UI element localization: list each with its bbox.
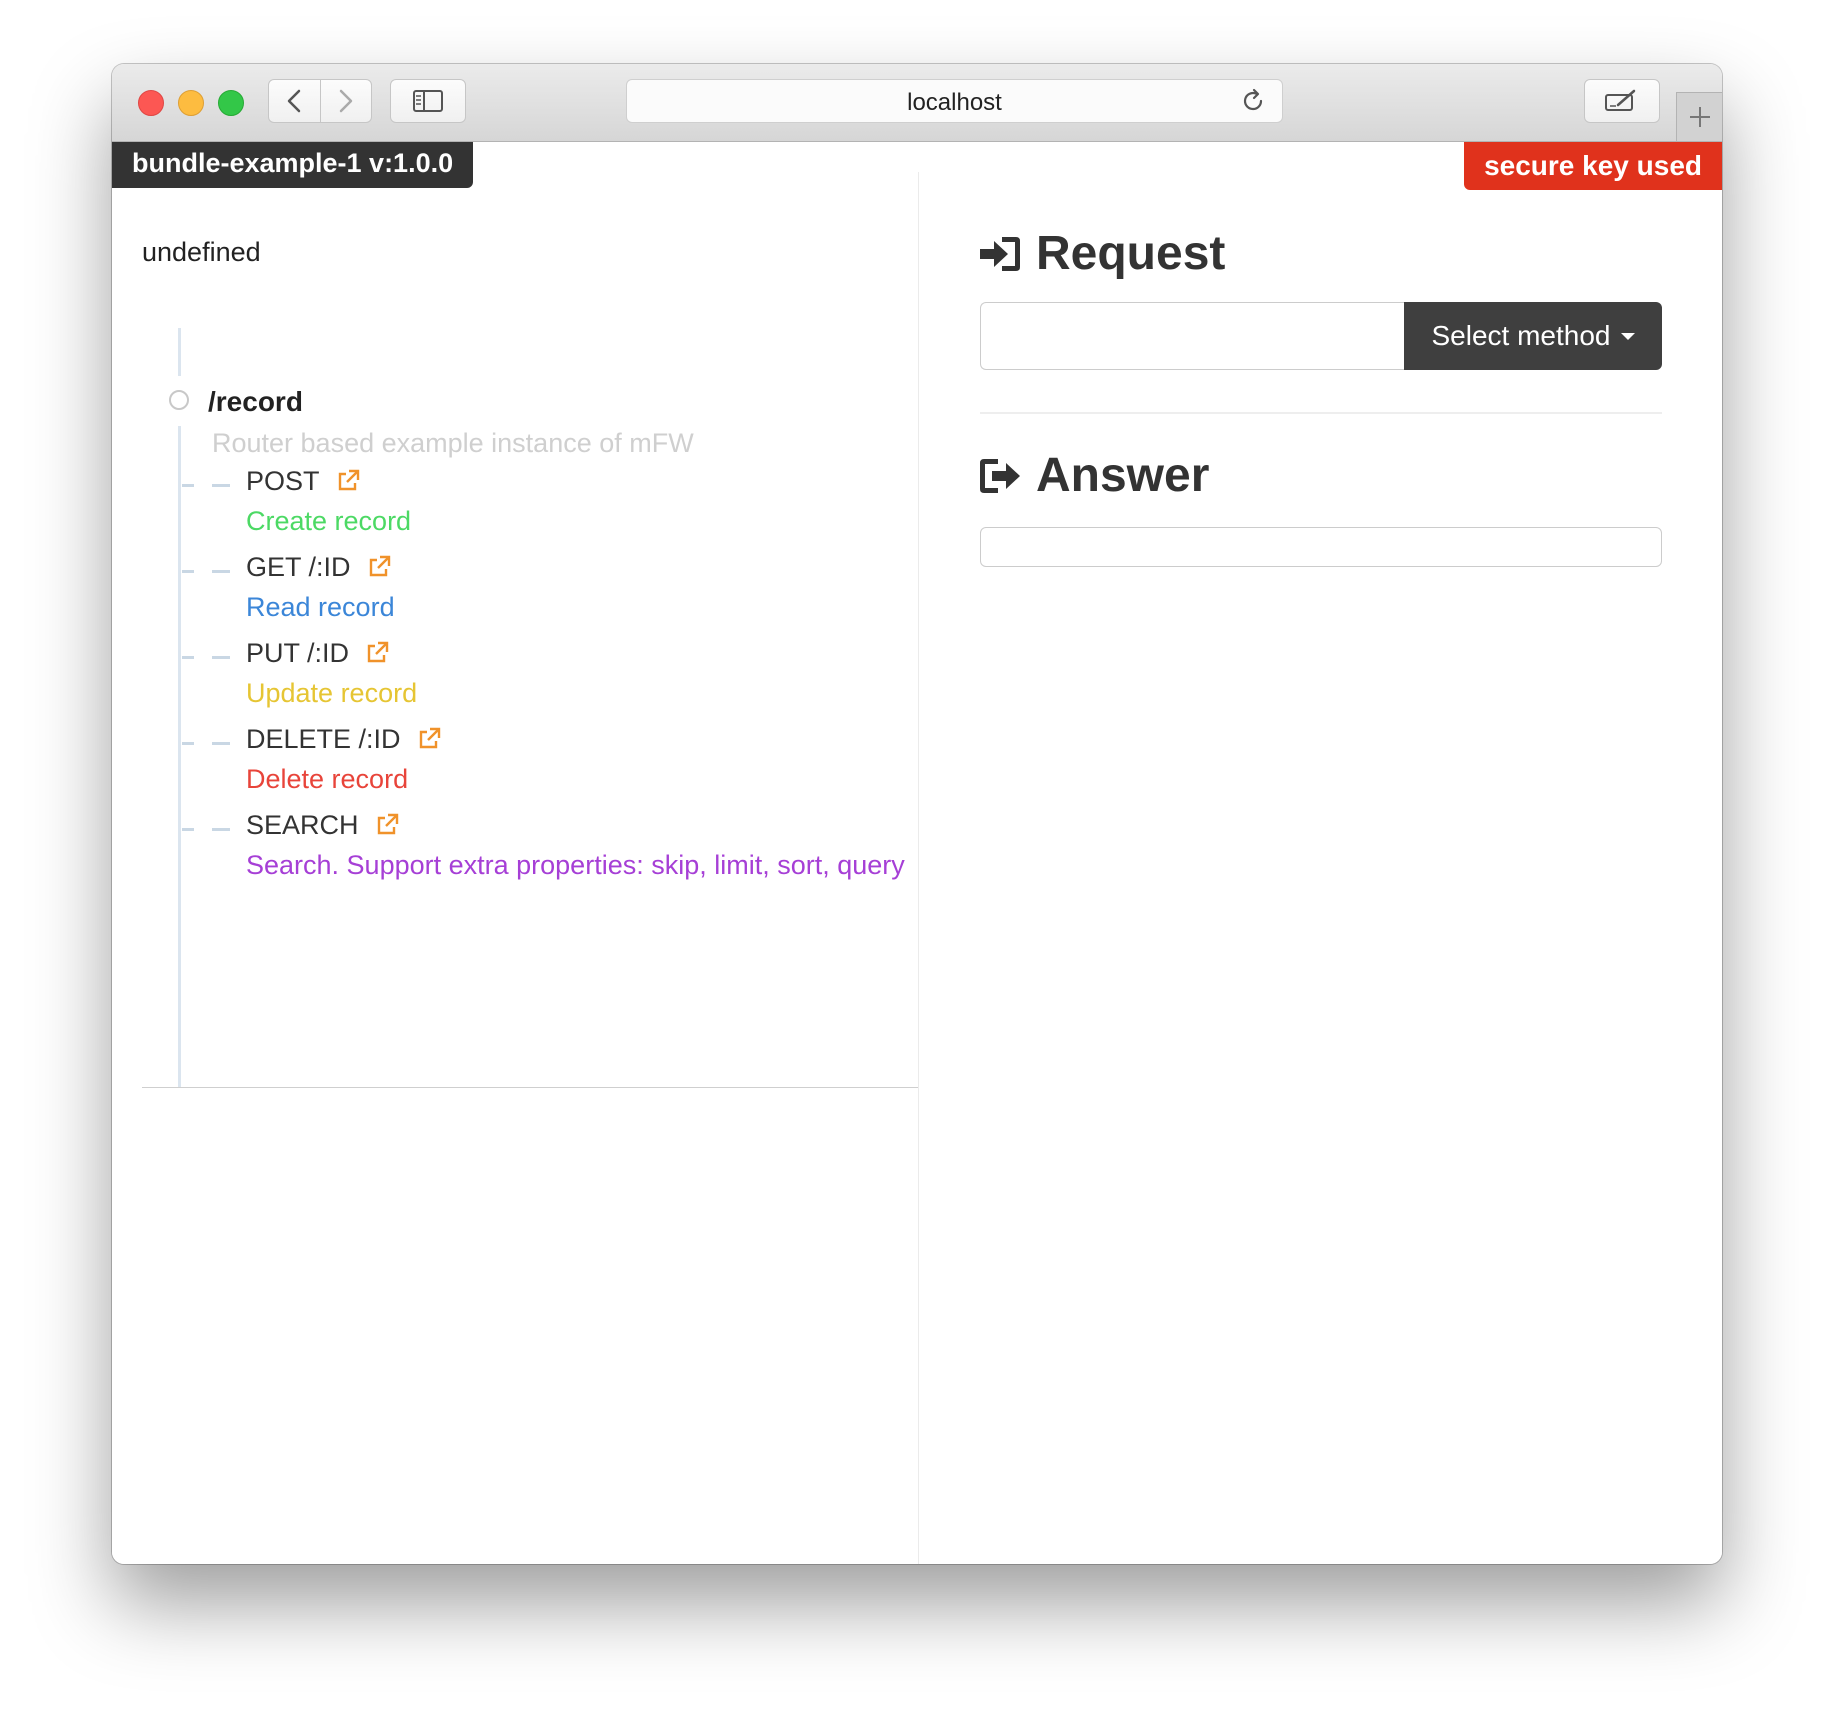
- endpoint-description: Read record: [246, 592, 395, 622]
- endpoint-method-label: DELETE /:ID: [246, 724, 401, 754]
- external-link-icon[interactable]: [417, 727, 441, 751]
- connector-dash: [212, 570, 230, 573]
- endpoint-method: GET /:ID: [246, 552, 391, 583]
- minimize-window-button[interactable]: [178, 90, 204, 116]
- connector-dash: [182, 828, 194, 831]
- endpoint-item: SEARCH Search. Support extra properties: …: [182, 810, 918, 896]
- connector-dash: [182, 656, 194, 659]
- endpoint-method: POST: [246, 466, 360, 497]
- browser-toolbar: localhost: [112, 64, 1722, 142]
- endpoint-item: POST Create record: [182, 466, 918, 552]
- select-method-label: Select method: [1431, 320, 1611, 351]
- answer-heading: Answer: [978, 448, 1209, 503]
- endpoint-description: Update record: [246, 678, 418, 708]
- page-content: bundle-example-1 v:1.0.0 secure key used…: [112, 142, 1722, 1564]
- navigation-buttons: [268, 79, 372, 123]
- timeline-line: [178, 426, 181, 1088]
- external-link-icon[interactable]: [336, 469, 360, 493]
- plus-icon: [1689, 107, 1710, 127]
- route-description: Router based example instance of mFW: [212, 428, 694, 458]
- request-heading: Request: [978, 226, 1225, 281]
- pen-markup-icon: [1605, 89, 1636, 111]
- chevron-left-icon: [288, 89, 301, 113]
- select-method-button[interactable]: Select method: [1404, 302, 1662, 370]
- divider: [142, 1087, 918, 1088]
- url-text: localhost: [907, 89, 1002, 116]
- endpoint-method-label: SEARCH: [246, 810, 359, 840]
- endpoint-method: PUT /:ID: [246, 638, 389, 669]
- route-path: /record: [208, 386, 303, 417]
- endpoint-description: Delete record: [246, 764, 409, 794]
- sidebar-icon: [413, 90, 443, 112]
- endpoint-method: SEARCH: [246, 810, 399, 841]
- app-name-badge: bundle-example-1 v:1.0.0: [112, 142, 474, 188]
- answer-heading-text: Answer: [1036, 449, 1210, 502]
- answer-output: [980, 527, 1662, 567]
- endpoint-item: PUT /:ID Update record: [182, 638, 918, 724]
- close-window-button[interactable]: [138, 90, 164, 116]
- request-url-input[interactable]: [980, 302, 1404, 370]
- new-tab-button[interactable]: [1676, 92, 1722, 141]
- service-description: undefined: [142, 237, 261, 267]
- chevron-right-icon: [339, 89, 352, 113]
- connector-dash: [182, 484, 194, 487]
- sidebar-toggle-button[interactable]: [390, 79, 466, 123]
- endpoint-description: Create record: [246, 506, 412, 536]
- external-link-icon[interactable]: [365, 641, 389, 665]
- address-bar[interactable]: localhost: [626, 79, 1283, 123]
- maximize-window-button[interactable]: [218, 90, 244, 116]
- endpoint-method-label: GET /:ID: [246, 552, 351, 582]
- reload-icon[interactable]: [1240, 88, 1266, 114]
- external-link-icon[interactable]: [375, 813, 399, 837]
- markup-button[interactable]: [1584, 79, 1660, 123]
- timeline-line: [178, 328, 181, 376]
- endpoint-item: GET /:ID Read record: [182, 552, 918, 638]
- forward-button[interactable]: [319, 80, 372, 122]
- endpoint-item: DELETE /:ID Delete record: [182, 724, 918, 810]
- sign-out-icon: [980, 458, 1020, 493]
- route-node-circle: [169, 390, 189, 410]
- endpoint-description: Search. Support extra properties: skip, …: [246, 850, 905, 880]
- browser-window: localhost bundle-example-1 v:1.0.0 secur…: [112, 64, 1722, 1564]
- endpoint-method-label: POST: [246, 466, 320, 496]
- sign-in-icon: [980, 236, 1020, 271]
- request-heading-text: Request: [1036, 227, 1226, 280]
- endpoint-method-label: PUT /:ID: [246, 638, 350, 668]
- connector-dash: [182, 742, 194, 745]
- back-button[interactable]: [269, 80, 320, 122]
- connector-dash: [212, 484, 230, 487]
- connector-dash: [212, 656, 230, 659]
- endpoint-method: DELETE /:ID: [246, 724, 441, 755]
- secure-key-badge: secure key used: [1464, 142, 1722, 190]
- connector-dash: [182, 570, 194, 573]
- connector-dash: [212, 828, 230, 831]
- caret-down-icon: [1620, 332, 1635, 340]
- column-divider: [918, 172, 919, 1564]
- divider: [980, 412, 1662, 414]
- connector-dash: [212, 742, 230, 745]
- external-link-icon[interactable]: [367, 555, 391, 579]
